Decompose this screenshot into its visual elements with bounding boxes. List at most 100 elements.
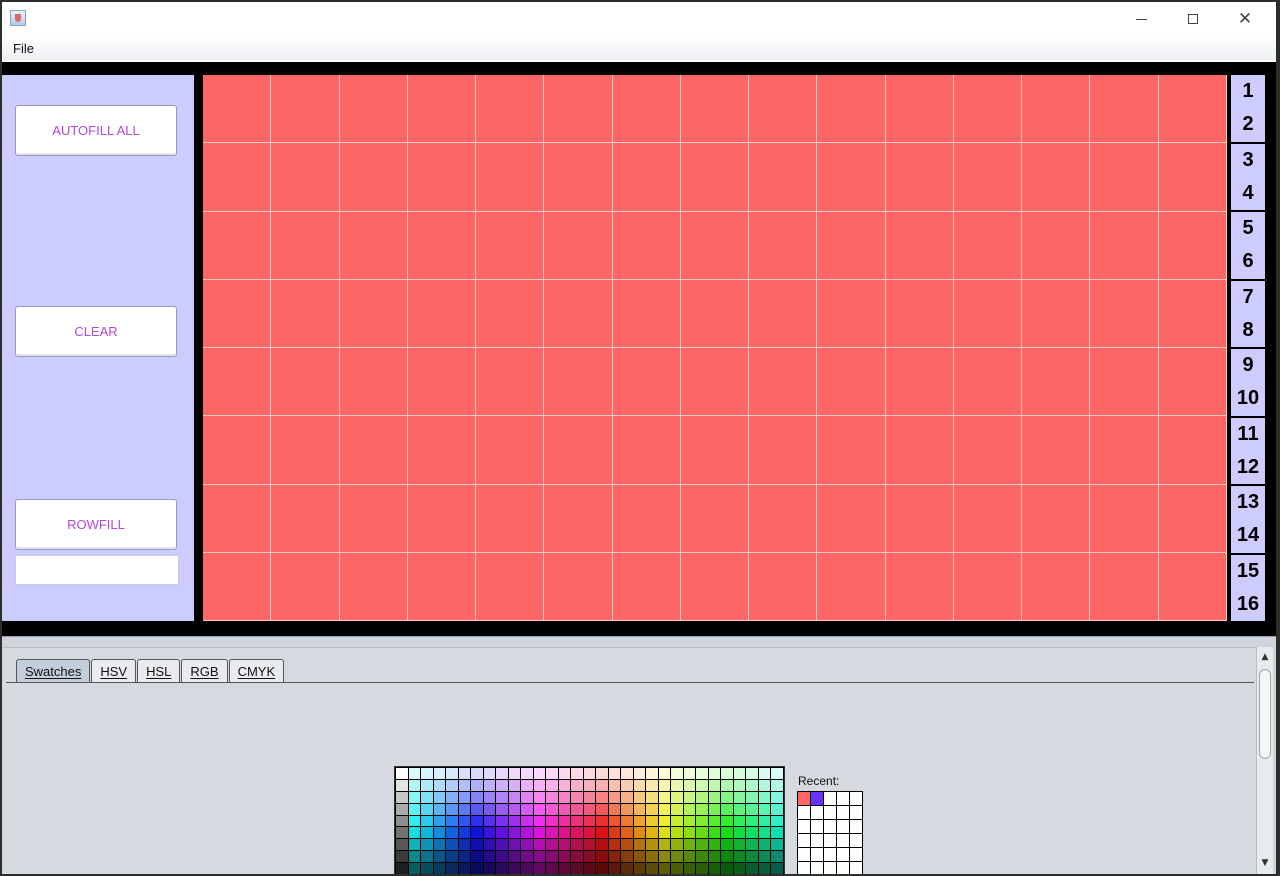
- swatch-cell[interactable]: [521, 815, 533, 827]
- swatch-cell[interactable]: [733, 815, 746, 827]
- swatch-cell[interactable]: [458, 779, 471, 791]
- grid-cell[interactable]: [1022, 552, 1091, 621]
- grid-cell[interactable]: [953, 279, 1023, 348]
- recent-swatch[interactable]: [811, 848, 823, 861]
- grid-cell[interactable]: [203, 279, 272, 348]
- grid-cell[interactable]: [476, 484, 545, 553]
- swatch-cell[interactable]: [521, 863, 533, 874]
- swatch-cell[interactable]: [621, 803, 633, 815]
- swatch-cell[interactable]: [546, 779, 558, 791]
- swatch-cell[interactable]: [733, 791, 746, 803]
- grid-cell[interactable]: [817, 348, 886, 417]
- swatch-cell[interactable]: [696, 839, 708, 851]
- swatch-cell[interactable]: [571, 768, 583, 779]
- swatch-cell[interactable]: [733, 779, 746, 791]
- swatch-cell[interactable]: [683, 815, 696, 827]
- recent-swatch[interactable]: [837, 806, 849, 819]
- grid-cell[interactable]: [339, 279, 408, 348]
- grid-cell[interactable]: [817, 552, 886, 621]
- swatch-cell[interactable]: [421, 791, 433, 803]
- swatch-cell[interactable]: [758, 863, 771, 874]
- recent-swatch[interactable]: [798, 848, 810, 861]
- swatch-cell[interactable]: [596, 863, 608, 874]
- grid-cell[interactable]: [1090, 75, 1159, 144]
- swatch-cell[interactable]: [771, 827, 783, 839]
- swatch-cell[interactable]: [471, 827, 483, 839]
- swatch-cell[interactable]: [408, 803, 421, 815]
- swatch-cell[interactable]: [721, 768, 733, 779]
- swatch-cell[interactable]: [458, 815, 471, 827]
- swatch-cell[interactable]: [721, 815, 733, 827]
- swatch-cell[interactable]: [633, 851, 646, 863]
- swatch-cell[interactable]: [596, 779, 608, 791]
- swatch-cell[interactable]: [758, 768, 771, 779]
- grid-cell[interactable]: [407, 211, 477, 280]
- swatch-cell[interactable]: [408, 839, 421, 851]
- swatch-cell[interactable]: [521, 839, 533, 851]
- swatch-cell[interactable]: [708, 839, 721, 851]
- swatch-cell[interactable]: [708, 779, 721, 791]
- grid-cell[interactable]: [476, 279, 545, 348]
- grid-cell[interactable]: [1090, 279, 1159, 348]
- swatch-cell[interactable]: [633, 815, 646, 827]
- swatch-cell[interactable]: [546, 863, 558, 874]
- grid-cell[interactable]: [1090, 552, 1159, 621]
- swatch-cell[interactable]: [746, 863, 758, 874]
- swatch-cell[interactable]: [608, 827, 621, 839]
- grid-cell[interactable]: [407, 484, 477, 553]
- tab-cmyk[interactable]: CMYK: [228, 659, 285, 682]
- swatch-cell[interactable]: [571, 839, 583, 851]
- recent-swatch[interactable]: [824, 806, 836, 819]
- swatch-cell[interactable]: [408, 815, 421, 827]
- swatch-cell[interactable]: [708, 851, 721, 863]
- swatch-cell[interactable]: [583, 815, 596, 827]
- swatch-cell[interactable]: [733, 827, 746, 839]
- grid-cell[interactable]: [476, 75, 545, 144]
- swatch-cell[interactable]: [508, 851, 521, 863]
- swatch-cell[interactable]: [721, 839, 733, 851]
- grid-cell[interactable]: [749, 143, 818, 212]
- swatch-cell[interactable]: [646, 839, 658, 851]
- swatch-cell[interactable]: [671, 803, 683, 815]
- swatch-cell[interactable]: [521, 827, 533, 839]
- grid-cell[interactable]: [407, 552, 477, 621]
- swatch-cell[interactable]: [583, 851, 596, 863]
- swatch-cell[interactable]: [533, 803, 546, 815]
- swatch-cell[interactable]: [496, 827, 508, 839]
- recent-swatch[interactable]: [837, 792, 849, 805]
- swatch-cell[interactable]: [558, 779, 571, 791]
- swatch-cell[interactable]: [496, 839, 508, 851]
- grid-cell[interactable]: [612, 143, 681, 212]
- grid-cell[interactable]: [885, 416, 954, 485]
- swatch-cell[interactable]: [746, 851, 758, 863]
- swatch-cell[interactable]: [658, 851, 671, 863]
- swatch-cell[interactable]: [433, 851, 446, 863]
- swatch-cell[interactable]: [658, 815, 671, 827]
- swatch-cell[interactable]: [396, 779, 408, 791]
- grid-cell[interactable]: [817, 279, 886, 348]
- grid-cell[interactable]: [476, 552, 545, 621]
- swatch-cell[interactable]: [771, 851, 783, 863]
- grid-cell[interactable]: [203, 416, 272, 485]
- swatch-cell[interactable]: [408, 863, 421, 874]
- tab-hsl[interactable]: HSL: [137, 659, 181, 682]
- grid-cell[interactable]: [680, 484, 750, 553]
- recent-swatch[interactable]: [837, 848, 849, 861]
- swatch-cell[interactable]: [483, 851, 496, 863]
- minimize-button[interactable]: [1118, 2, 1164, 36]
- swatch-cell[interactable]: [583, 827, 596, 839]
- grid-cell[interactable]: [612, 348, 681, 417]
- swatch-cell[interactable]: [671, 827, 683, 839]
- grid-cell[interactable]: [612, 416, 681, 485]
- swatch-cell[interactable]: [521, 768, 533, 779]
- swatch-cell[interactable]: [671, 851, 683, 863]
- grid-cell[interactable]: [885, 348, 954, 417]
- swatch-cell[interactable]: [471, 791, 483, 803]
- recent-swatch[interactable]: [837, 820, 849, 833]
- recent-swatch[interactable]: [811, 862, 823, 874]
- swatch-cell[interactable]: [571, 779, 583, 791]
- grid-cell[interactable]: [1158, 211, 1227, 280]
- grid-cell[interactable]: [749, 211, 818, 280]
- swatch-cell[interactable]: [571, 791, 583, 803]
- swatch-cell[interactable]: [621, 768, 633, 779]
